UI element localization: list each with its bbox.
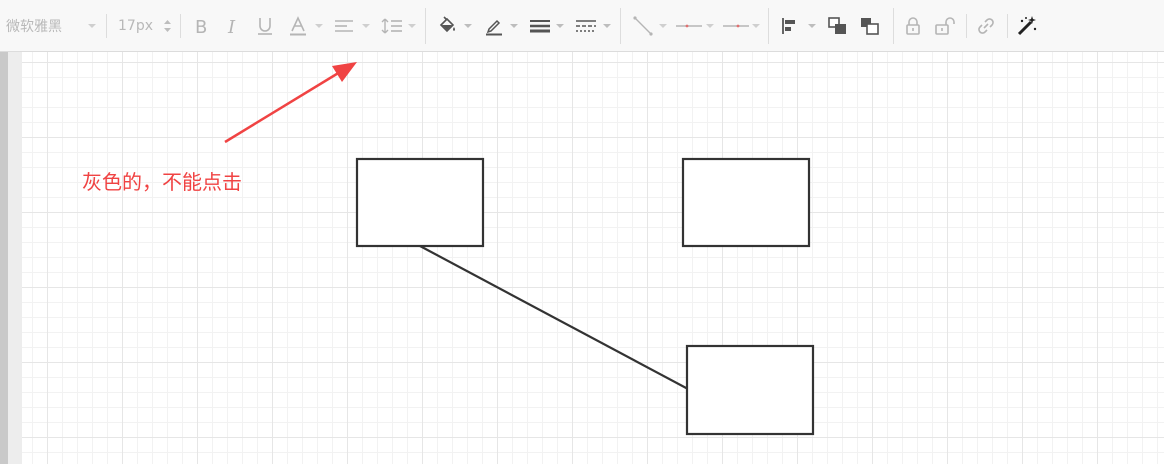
annotation-label: 灰色的，不能点击 [82,170,242,194]
annotation-arrow [224,62,357,144]
diagram-editor: 微软雅黑 17px B I 灰色的，不能点击 [0,0,1164,464]
